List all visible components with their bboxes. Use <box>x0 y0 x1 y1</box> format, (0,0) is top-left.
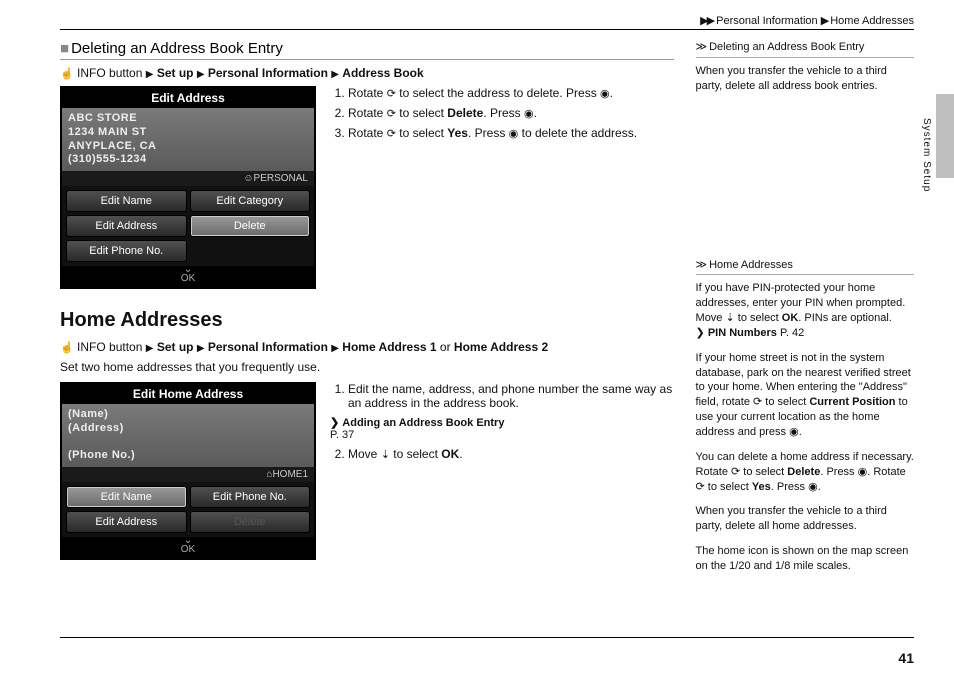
rule-bottom <box>60 637 914 638</box>
shot-btn-delete: Delete <box>190 511 311 533</box>
triangle-icon: ▶ <box>821 15 827 27</box>
hand-icon: ☝ <box>60 342 74 354</box>
steps-home: Edit the name, address, and phone number… <box>330 382 674 410</box>
rotate-icon: ⟳ <box>387 88 396 100</box>
shot-ok: ⌄OK <box>62 266 314 287</box>
rotate-icon: ⟳ <box>696 481 705 493</box>
shot-btn-edit-name: Edit Name <box>66 190 187 212</box>
step-1: Rotate ⟳ to select the address to delete… <box>348 86 674 100</box>
step-2: Rotate ⟳ to select Delete. Press ◉. <box>348 106 674 120</box>
triangle-icon: ▶ <box>707 15 713 27</box>
shot-title: Edit Home Address <box>62 384 314 404</box>
shot-btn-delete: Delete <box>190 215 311 237</box>
rotate-icon: ⟳ <box>387 108 396 120</box>
rotate-icon: ⟳ <box>731 466 740 478</box>
page-number: 41 <box>898 650 914 666</box>
triangle-icon: ▶ <box>331 69 339 80</box>
aside-home-delete: You can delete a home address if necessa… <box>696 450 914 495</box>
step-2: Move ⇣ to select OK. <box>348 447 674 461</box>
crumb-current: Home Addresses <box>830 15 914 27</box>
shot-title: Edit Address <box>62 88 314 108</box>
shot-btn-edit-address: Edit Address <box>66 511 187 533</box>
crumb-parent: Personal Information <box>716 15 818 27</box>
shot-ok: ⌄OK <box>62 537 314 558</box>
press-icon: ◉ <box>808 481 818 493</box>
aside-home-icon-note: The home icon is shown on the map screen… <box>696 544 914 574</box>
press-icon: ◉ <box>789 426 799 438</box>
aside-delete-note: When you transfer the vehicle to a third… <box>696 64 914 94</box>
aside-home-pin: If you have PIN-protected your home addr… <box>696 281 914 340</box>
triangle-icon: ▶ <box>331 343 339 354</box>
triangle-icon: ▶ <box>197 69 205 80</box>
triangle-icon: ▶ <box>146 343 154 354</box>
aside-head-delete: ≫ Deleting an Address Book Entry <box>696 40 914 58</box>
press-icon: ◉ <box>858 466 868 478</box>
topic-home-addresses: Home Addresses <box>60 309 674 332</box>
steps-home-cont: Move ⇣ to select OK. <box>330 447 674 461</box>
shot-btn-edit-name: Edit Name <box>66 486 187 508</box>
breadcrumb: ▶▶ Personal Information ▶ Home Addresses <box>60 14 914 27</box>
side-label: System Setup <box>921 118 932 192</box>
shot-btn-edit-address: Edit Address <box>66 215 187 237</box>
square-icon: ■ <box>60 40 69 57</box>
steps-delete: Rotate ⟳ to select the address to delete… <box>330 86 674 140</box>
screenshot-edit-home: Edit Home Address (Name) (Address) (Phon… <box>60 382 316 560</box>
rotate-icon: ⟳ <box>753 396 762 408</box>
press-icon: ◉ <box>509 128 519 140</box>
press-icon: ◉ <box>600 88 610 100</box>
nav-path-home: ☝ INFO button ▶ Set up ▶ Personal Inform… <box>60 340 674 354</box>
aside-head-home: ≫ Home Addresses <box>696 258 914 276</box>
shot-btn-edit-category: Edit Category <box>190 190 311 212</box>
shot-tag: ☺ PERSONAL <box>62 171 314 186</box>
shot-btn-edit-phone: Edit Phone No. <box>66 240 187 262</box>
aside-home-transfer: When you transfer the vehicle to a third… <box>696 504 914 534</box>
hand-icon: ☝ <box>60 68 74 80</box>
nav-path-delete: ☝ INFO button ▶ Set up ▶ Personal Inform… <box>60 66 674 80</box>
triangle-icon: ▶ <box>146 69 154 80</box>
step-1: Edit the name, address, and phone number… <box>348 382 674 410</box>
side-tab <box>936 94 954 178</box>
shot-tag: ⌂ HOME1 <box>62 467 314 482</box>
screenshot-edit-address: Edit Address ABC STORE 1234 MAIN ST ANYP… <box>60 86 316 289</box>
shot-info: ABC STORE 1234 MAIN ST ANYPLACE, CA (310… <box>62 108 314 171</box>
rotate-icon: ⟳ <box>387 128 396 140</box>
step-3: Rotate ⟳ to select Yes. Press ◉ to delet… <box>348 126 674 140</box>
press-icon: ◉ <box>524 108 534 120</box>
dbl-triangle-icon: ≫ <box>696 259 707 271</box>
section-heading-delete: ■Deleting an Address Book Entry <box>60 40 674 60</box>
triangle-icon: ▶ <box>197 343 205 354</box>
move-icon: ⇣ <box>381 449 390 461</box>
xref-icon: ❯ <box>696 327 705 339</box>
dbl-triangle-icon: ≫ <box>696 41 707 53</box>
rule-top <box>60 29 914 30</box>
xref-adding-entry: ❯ Adding an Address Book Entry P. 37 <box>330 416 674 441</box>
aside-home-street: If your home street is not in the system… <box>696 351 914 440</box>
shot-btn-edit-phone: Edit Phone No. <box>190 486 311 508</box>
move-icon: ⇣ <box>726 312 735 324</box>
xref-icon: ❯ <box>330 417 339 429</box>
topic-desc: Set two home addresses that you frequent… <box>60 360 674 374</box>
shot-info: (Name) (Address) (Phone No.) <box>62 404 314 467</box>
